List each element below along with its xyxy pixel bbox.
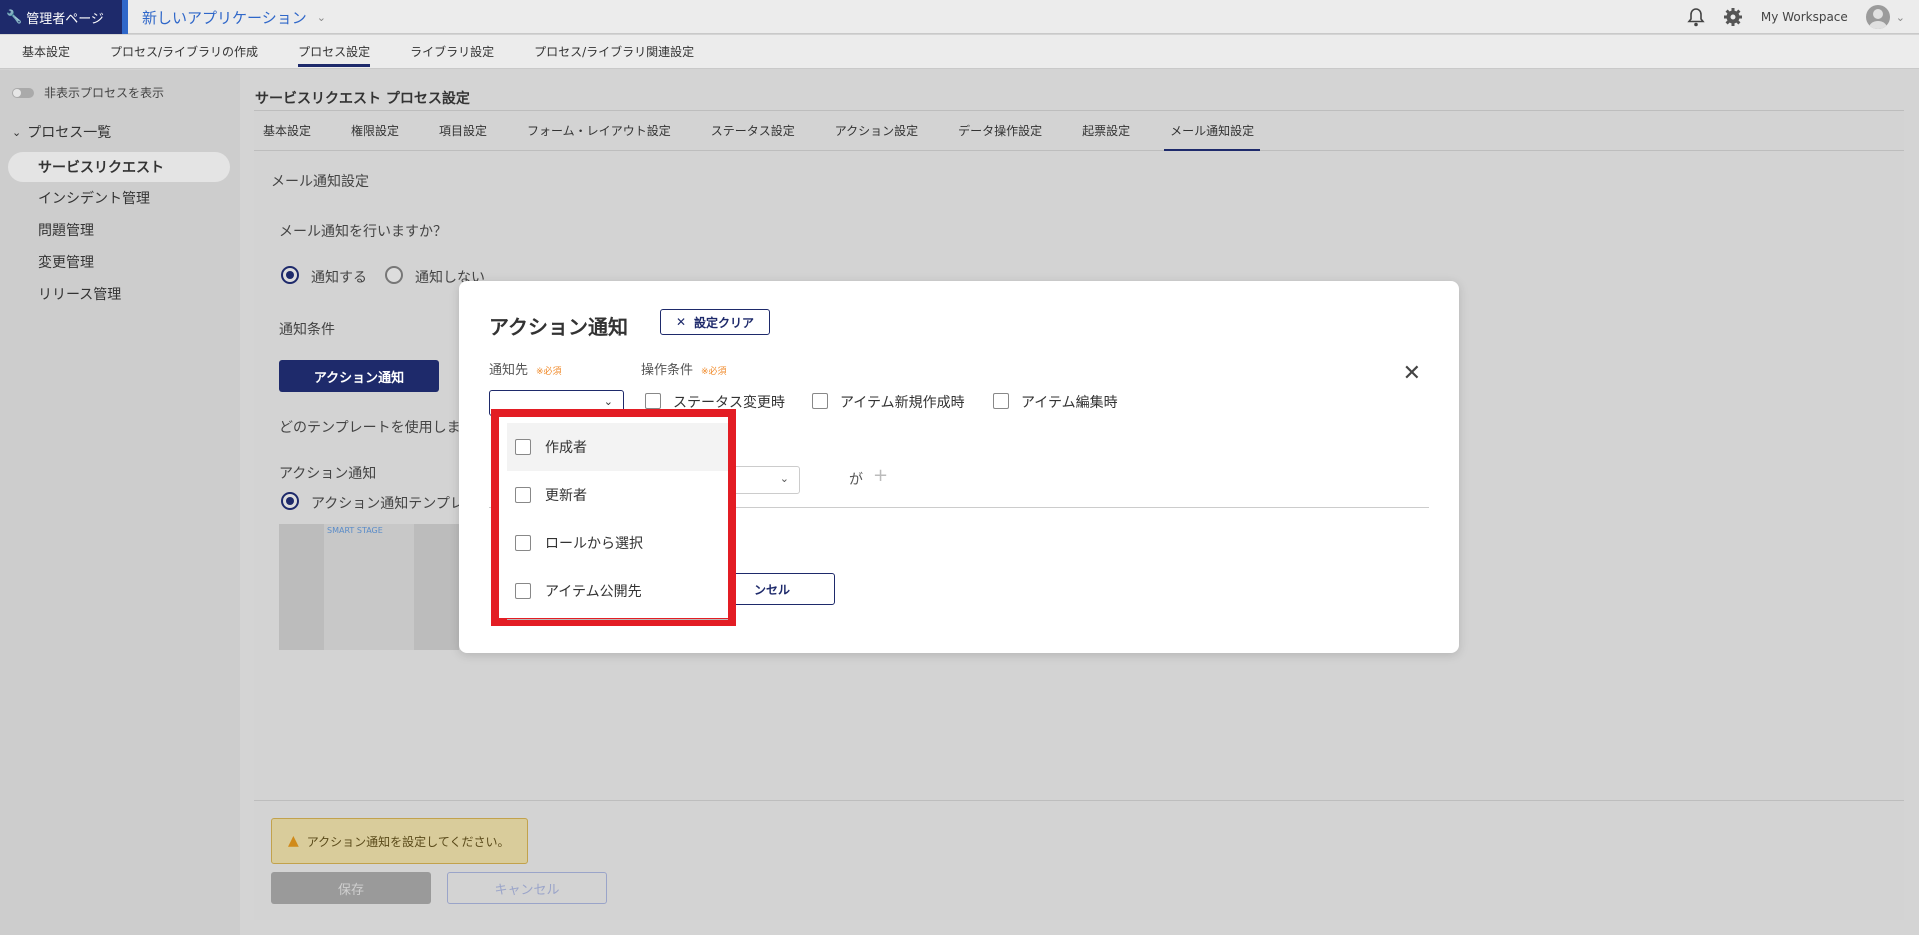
chevron-down-icon: ⌄: [779, 472, 789, 485]
checkbox[interactable]: [515, 583, 531, 599]
show-hidden-toggle-row[interactable]: 非表示プロセスを表示: [12, 84, 164, 101]
sidebar-item-problem[interactable]: 問題管理: [8, 215, 230, 245]
required-mark: ※必須: [701, 367, 727, 377]
app-selector[interactable]: 新しいアプリケーション ⌄: [142, 0, 326, 34]
checkbox[interactable]: [515, 487, 531, 503]
template-group-label: アクション通知: [279, 466, 377, 482]
tab-related-settings[interactable]: プロセス/ライブラリ関連設定: [534, 35, 714, 69]
tab-basic-settings[interactable]: 基本設定: [22, 35, 90, 69]
toggle-switch[interactable]: [12, 87, 34, 98]
close-icon: ✕: [675, 315, 687, 329]
checkbox-status-change[interactable]: [645, 393, 661, 409]
dropdown-item-role[interactable]: ロールから選択: [507, 519, 728, 567]
main-tabs: 基本設定 プロセス/ライブラリの作成 プロセス設定 ライブラリ設定 プロセス/ラ…: [0, 35, 1919, 69]
checkbox[interactable]: [515, 439, 531, 455]
action-notification-button[interactable]: アクション通知: [279, 360, 439, 392]
checkbox-item-create[interactable]: [812, 393, 828, 409]
subtab-data-operation[interactable]: データ操作設定: [958, 111, 1042, 151]
operation-condition-label: 操作条件 ※必須: [641, 363, 727, 378]
tab-library-settings[interactable]: ライブラリ設定: [410, 35, 514, 69]
cancel-button[interactable]: キャンセル: [447, 872, 607, 904]
notify-to-label: 通知先 ※必須: [489, 363, 562, 378]
ga-label: が: [849, 472, 863, 488]
radio-notify-yes-label: 通知する: [311, 270, 367, 286]
process-list-header[interactable]: ⌄ プロセス一覧: [12, 122, 111, 142]
dropdown-item-creator[interactable]: 作成者: [507, 423, 728, 471]
chevron-down-icon: ⌄: [12, 125, 22, 139]
radio-notify-yes[interactable]: [281, 266, 299, 284]
admin-page-label: 管理者ページ: [26, 11, 104, 27]
template-thumbnail[interactable]: SMART STAGE: [279, 524, 459, 650]
sidebar-item-service-request[interactable]: サービスリクエスト: [8, 152, 230, 182]
radio-template[interactable]: [281, 492, 299, 510]
chevron-down-icon: ⌄: [603, 395, 613, 408]
subtab-fields[interactable]: 項目設定: [439, 111, 487, 151]
checkbox[interactable]: [515, 535, 531, 551]
template-question: どのテンプレートを使用しま: [279, 420, 461, 436]
notify-question: メール通知を行いますか？: [279, 224, 447, 240]
chevron-down-icon: ⌄: [316, 10, 326, 24]
sidebar-item-change[interactable]: 変更管理: [8, 247, 230, 277]
notify-to-dropdown: 作成者 更新者 ロールから選択 アイテム公開先: [491, 409, 736, 626]
save-button[interactable]: 保存: [271, 872, 431, 904]
dropdown-item-item-public[interactable]: アイテム公開先: [507, 567, 728, 615]
sub-tabs: 基本設定 権限設定 項目設定 フォーム・レイアウト設定 ステータス設定 アクショ…: [254, 111, 1904, 151]
user-menu[interactable]: ⌄: [1865, 5, 1905, 29]
sidebar-item-incident[interactable]: インシデント管理: [8, 183, 230, 213]
subtab-form-layout[interactable]: フォーム・レイアウト設定: [527, 111, 671, 151]
sidebar: 非表示プロセスを表示 ⌄ プロセス一覧 サービスリクエスト インシデント管理 問…: [0, 70, 240, 935]
subtab-action[interactable]: アクション設定: [835, 111, 918, 151]
modal-close-icon[interactable]: ✕: [1403, 361, 1421, 386]
avatar: [1865, 5, 1890, 29]
top-bar: 🔧 管理者ページ 新しいアプリケーション ⌄ My Workspace ⌄: [0, 0, 1919, 34]
tab-create-process[interactable]: プロセス/ライブラリの作成: [110, 35, 278, 69]
required-mark: ※必須: [536, 367, 562, 377]
admin-page-badge[interactable]: 🔧 管理者ページ: [0, 0, 128, 34]
section-title: メール通知設定: [271, 174, 369, 190]
workspace-label[interactable]: My Workspace: [1761, 10, 1848, 24]
tab-process-settings[interactable]: プロセス設定: [298, 35, 390, 69]
radio-template-label: アクション通知テンプレ: [311, 496, 464, 512]
warning-icon: ▲: [288, 833, 299, 849]
subtab-basic[interactable]: 基本設定: [263, 111, 311, 151]
modal-title: アクション通知: [489, 315, 628, 339]
sidebar-item-release[interactable]: リリース管理: [8, 279, 230, 309]
condition-label: 通知条件: [279, 322, 335, 338]
chevron-down-icon: ⌄: [1895, 10, 1905, 24]
toggle-label: 非表示プロセスを表示: [44, 86, 165, 100]
dropdown-item-updater[interactable]: 更新者: [507, 471, 728, 519]
subtab-status[interactable]: ステータス設定: [711, 111, 795, 151]
radio-notify-no[interactable]: [385, 266, 403, 284]
subtab-permission[interactable]: 権限設定: [351, 111, 399, 151]
gear-icon[interactable]: [1723, 7, 1743, 27]
warning-message: ▲ アクション通知を設定してください。: [271, 818, 528, 864]
clear-settings-button[interactable]: ✕ 設定クリア: [660, 309, 770, 335]
subtab-ticketing[interactable]: 起票設定: [1082, 111, 1130, 151]
subtab-mail-notification[interactable]: メール通知設定: [1164, 111, 1261, 151]
checkbox-item-edit-label: アイテム編集時: [1021, 395, 1118, 411]
app-name-label: 新しいアプリケーション: [142, 8, 307, 27]
wrench-icon: 🔧: [6, 9, 23, 25]
page-title: サービスリクエスト プロセス設定: [255, 91, 470, 107]
checkbox-item-create-label: アイテム新規作成時: [840, 395, 965, 411]
checkbox-item-edit[interactable]: [993, 393, 1009, 409]
bell-icon[interactable]: [1687, 7, 1705, 27]
add-condition-icon[interactable]: +: [873, 465, 888, 486]
